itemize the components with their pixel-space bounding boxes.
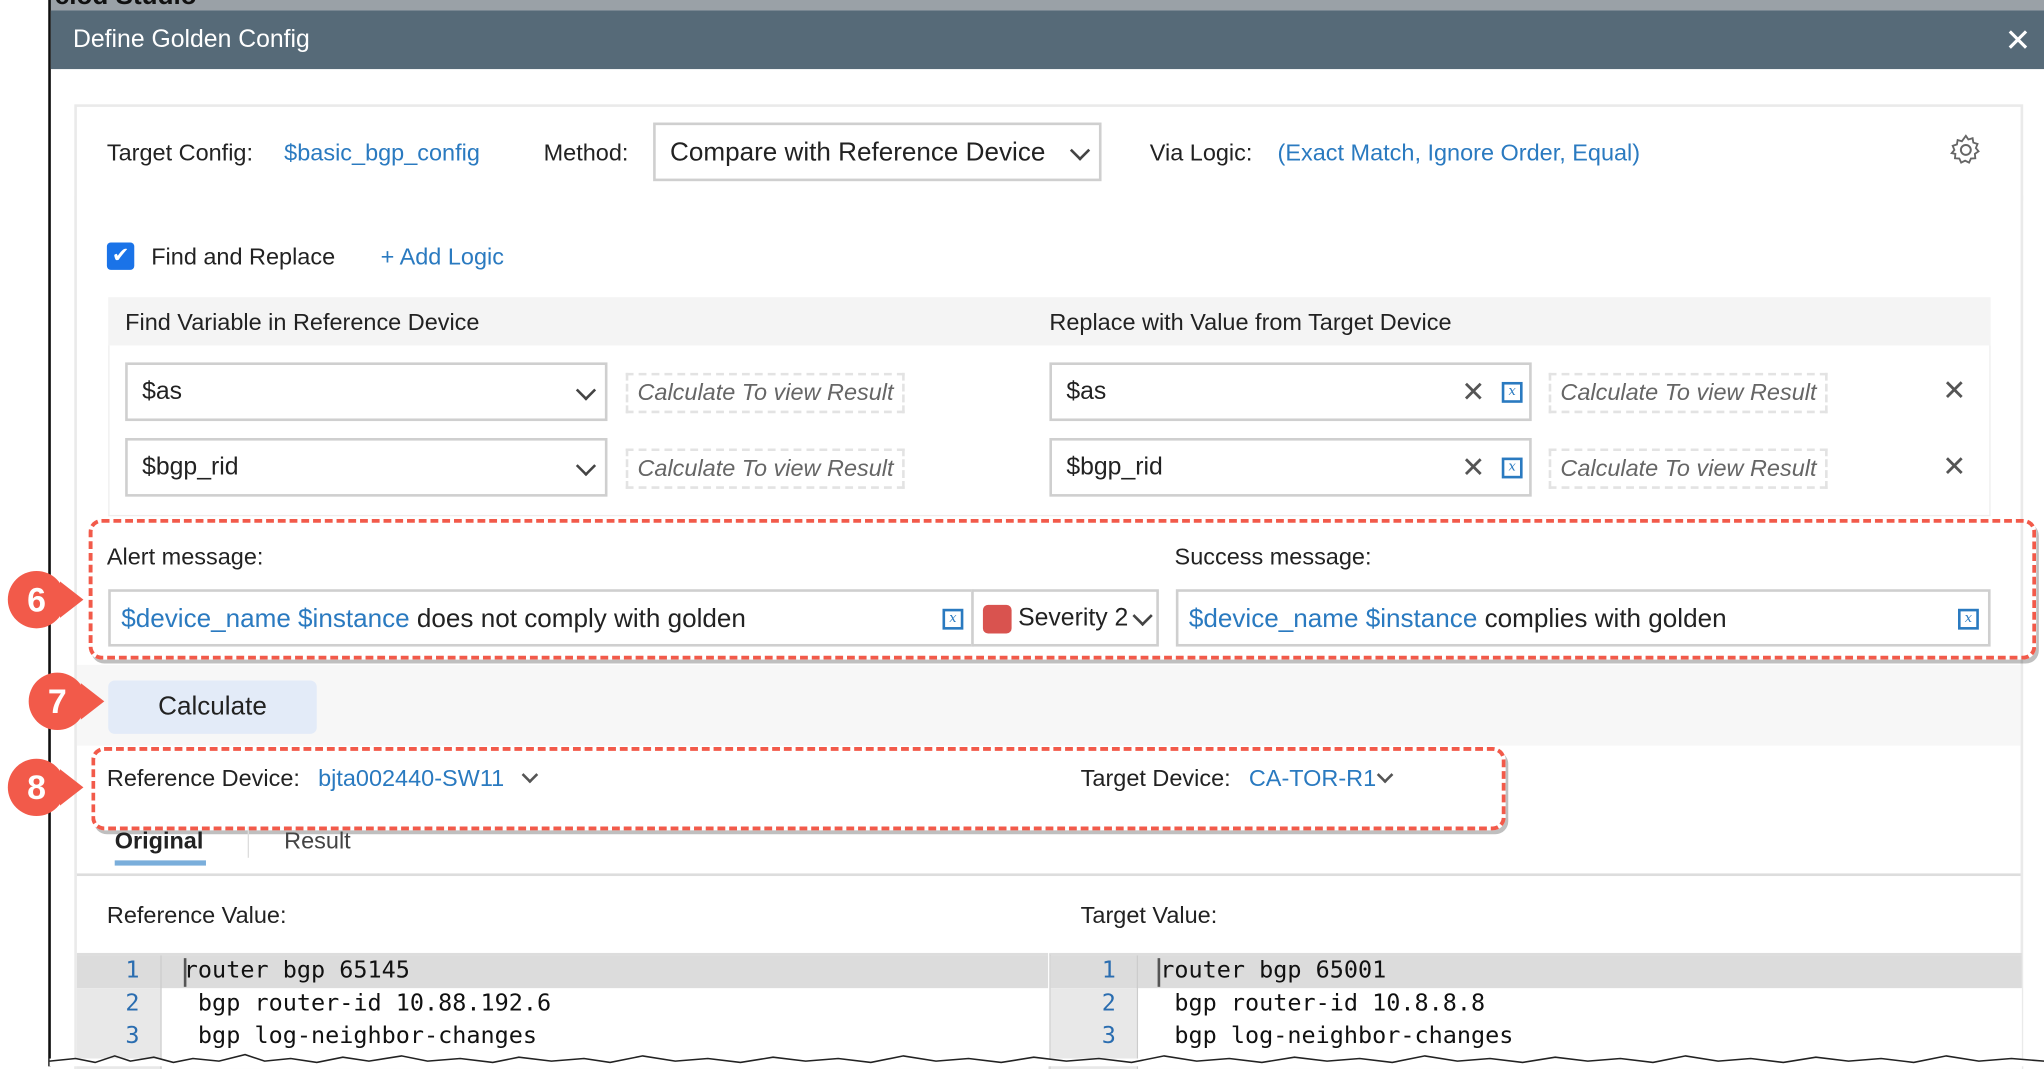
line-number: 1 [1101,956,1116,985]
callout-marker: 6 [7,570,84,629]
find-variable-value: $as [142,378,183,406]
clear-icon[interactable]: ✕ [1461,453,1485,483]
tab-original[interactable]: Original [115,826,204,855]
replace-value-input[interactable]: $bgp_rid ✕ x [1049,438,1532,497]
tab-divider [247,826,249,858]
method-label: Method: [543,139,629,166]
find-variable-select[interactable]: $as [125,362,608,422]
clear-icon[interactable]: ✕ [1461,377,1485,407]
delete-row-icon[interactable]: ✕ [1942,452,1966,481]
background-app-strip: ciod Studio [49,0,2044,11]
gear-icon[interactable] [1949,133,1983,167]
code-line: bgp router-id 10.8.8.8 [1160,989,1486,1017]
line-number: 3 [125,1022,140,1050]
insert-variable-icon[interactable]: x [1501,381,1523,403]
method-value: Compare with Reference Device [670,138,1046,167]
replace-column-header: Replace with Value from Target Device [1049,308,1452,336]
target-value-label: Target Value: [1080,902,1218,929]
chevron-down-icon [575,455,597,477]
reference-value-label: Reference Value: [106,902,287,929]
annotation-box-messages [88,518,2037,660]
replace-value: $bgp_rid [1066,453,1163,482]
close-icon[interactable]: ✕ [2005,22,2031,60]
annotation-box-devices [91,746,1506,831]
active-tab-indicator [114,860,206,866]
tabs-divider [76,873,2021,877]
find-result-placeholder: Calculate To view Result [625,448,906,489]
chevron-down-icon [1069,140,1091,161]
window-edge [48,0,51,1067]
callout-marker: 7 [28,672,105,731]
find-result-placeholder: Calculate To view Result [625,372,906,414]
line-number: 1 [125,956,140,985]
code-line: router bgp 65145 [183,956,410,985]
code-line: bgp router-id 10.88.192.6 [183,989,552,1017]
target-config-label: Target Config: [106,139,253,166]
replace-result-placeholder: Calculate To view Result [1548,448,1829,489]
code-line: bgp log-neighbor-changes [183,1022,538,1050]
code-line: router bgp 65001 [1160,956,1387,985]
line-number: 2 [1101,989,1116,1017]
delete-row-icon[interactable]: ✕ [1942,376,1966,406]
find-replace-checkbox[interactable]: ✔ [106,242,135,270]
line-number: 3 [1101,1022,1116,1050]
tab-result[interactable]: Result [284,826,351,855]
callout-marker: 8 [7,758,84,817]
target-config-link[interactable]: $basic_bgp_config [284,138,480,167]
find-variable-select[interactable]: $bgp_rid [125,438,608,497]
dialog-header: Define Golden Config ✕ [50,10,2044,70]
dialog-title: Define Golden Config [73,26,310,54]
calculate-band [76,664,2021,746]
via-logic-label: Via Logic: [1149,139,1253,166]
replace-value-input[interactable]: $as ✕ x [1049,362,1532,422]
via-logic-link[interactable]: (Exact Match, Ignore Order, Equal) [1278,138,1641,167]
find-column-header: Find Variable in Reference Device [125,308,480,336]
find-variable-value: $bgp_rid [142,453,239,482]
insert-variable-icon[interactable]: x [1501,457,1523,479]
code-line: bgp log-neighbor-changes [1160,1022,1514,1050]
replace-result-placeholder: Calculate To view Result [1548,372,1829,414]
background-app-title: ciod Studio [55,0,197,10]
find-replace-label: Find and Replace [151,243,336,270]
replace-value: $as [1066,378,1107,406]
chevron-down-icon [575,380,597,401]
torn-edge [49,1053,2044,1067]
calculate-button[interactable]: Calculate [108,680,317,734]
add-logic-link[interactable]: + Add Logic [381,242,504,271]
method-select[interactable]: Compare with Reference Device [653,122,1102,182]
line-number: 2 [125,989,140,1017]
